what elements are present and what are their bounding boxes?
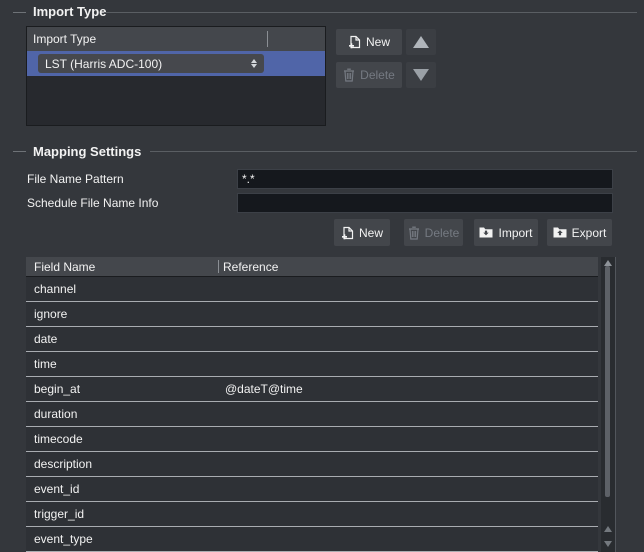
import-button-label: Import xyxy=(498,226,532,240)
field-table-row[interactable]: description xyxy=(26,452,598,477)
scrollbar-thumb[interactable] xyxy=(605,266,610,497)
import-type-combobox[interactable]: LST (Harris ADC-100) xyxy=(38,54,264,73)
field-name-cell: ignore xyxy=(26,307,67,321)
delete-button-label: Delete xyxy=(425,226,460,240)
field-table-body: channel ignore date time begin_at @dateT… xyxy=(26,277,598,552)
mapping-new-button[interactable]: New xyxy=(334,219,390,246)
field-name-cell: trigger_id xyxy=(26,507,84,521)
column-divider xyxy=(218,260,219,273)
file-name-pattern-label: File Name Pattern xyxy=(27,169,124,189)
field-name-cell: timecode xyxy=(26,432,83,446)
field-table-row[interactable]: event_id xyxy=(26,477,598,502)
field-table-scrollbar[interactable] xyxy=(601,257,616,552)
field-name-cell: begin_at xyxy=(26,382,80,396)
import-type-column-label: Import Type xyxy=(27,32,96,46)
groupbox-line xyxy=(150,151,637,152)
new-button-label: New xyxy=(359,226,383,240)
field-table-header[interactable]: Field Name Reference xyxy=(26,257,598,277)
mapping-import-button[interactable]: Import xyxy=(474,219,538,246)
field-table-row[interactable]: date xyxy=(26,327,598,352)
field-name-cell: date xyxy=(26,332,57,346)
trash-icon xyxy=(343,68,355,82)
field-table-row[interactable]: begin_at @dateT@time xyxy=(26,377,598,402)
import-type-group-title: Import Type xyxy=(33,4,106,19)
field-name-cell: event_id xyxy=(26,482,79,496)
import-type-delete-button[interactable]: Delete xyxy=(336,62,402,88)
folder-upload-icon xyxy=(553,226,567,239)
import-type-new-button[interactable]: New xyxy=(336,29,402,55)
import-type-combobox-value: LST (Harris ADC-100) xyxy=(45,57,251,71)
delete-button-label: Delete xyxy=(360,68,395,82)
new-document-plus-icon xyxy=(341,226,354,240)
field-name-cell: description xyxy=(26,457,92,471)
field-table-row[interactable]: duration xyxy=(26,402,598,427)
mapping-delete-button[interactable]: Delete xyxy=(404,219,463,246)
field-name-cell: event_type xyxy=(26,532,93,546)
field-mapping-table: Field Name Reference channel ignore date… xyxy=(26,257,598,552)
mapping-export-button[interactable]: Export xyxy=(547,219,612,246)
field-table-row[interactable]: channel xyxy=(26,277,598,302)
field-table-row[interactable]: time xyxy=(26,352,598,377)
scrollbar-up-icon[interactable] xyxy=(604,526,612,532)
folder-download-icon xyxy=(479,226,493,239)
field-name-column-header: Field Name xyxy=(26,260,95,274)
field-table-row[interactable]: event_type xyxy=(26,527,598,552)
scrollbar-down-icon[interactable] xyxy=(604,541,612,547)
reference-column-header: Reference xyxy=(223,260,278,274)
schedule-file-name-info-label: Schedule File Name Info xyxy=(27,193,158,213)
new-document-plus-icon xyxy=(348,35,361,49)
groupbox-dash xyxy=(13,151,26,152)
field-name-cell: duration xyxy=(26,407,77,421)
groupbox-line xyxy=(104,12,637,13)
reference-cell: @dateT@time xyxy=(225,382,303,396)
up-triangle-icon xyxy=(413,36,429,48)
trash-icon xyxy=(408,226,420,240)
new-button-label: New xyxy=(366,35,390,49)
field-table-row[interactable]: ignore xyxy=(26,302,598,327)
schedule-file-name-info-input[interactable] xyxy=(237,193,613,213)
field-table-row[interactable]: trigger_id xyxy=(26,502,598,527)
updown-spinner-icon xyxy=(251,59,257,68)
import-type-selected-row[interactable]: LST (Harris ADC-100) xyxy=(27,51,325,76)
field-name-cell: time xyxy=(26,357,57,371)
export-button-label: Export xyxy=(572,226,607,240)
groupbox-dash xyxy=(13,12,26,13)
file-name-pattern-input[interactable] xyxy=(237,169,613,189)
field-table-row[interactable]: timecode xyxy=(26,427,598,452)
field-name-cell: channel xyxy=(26,282,76,296)
move-down-button[interactable] xyxy=(406,62,436,88)
down-triangle-icon xyxy=(413,69,429,81)
import-type-list: Import Type LST (Harris ADC-100) xyxy=(26,26,326,126)
import-type-column-header[interactable]: Import Type xyxy=(27,27,325,51)
mapping-settings-group-title: Mapping Settings xyxy=(33,144,141,159)
move-up-button[interactable] xyxy=(406,29,436,55)
column-divider xyxy=(267,31,268,47)
